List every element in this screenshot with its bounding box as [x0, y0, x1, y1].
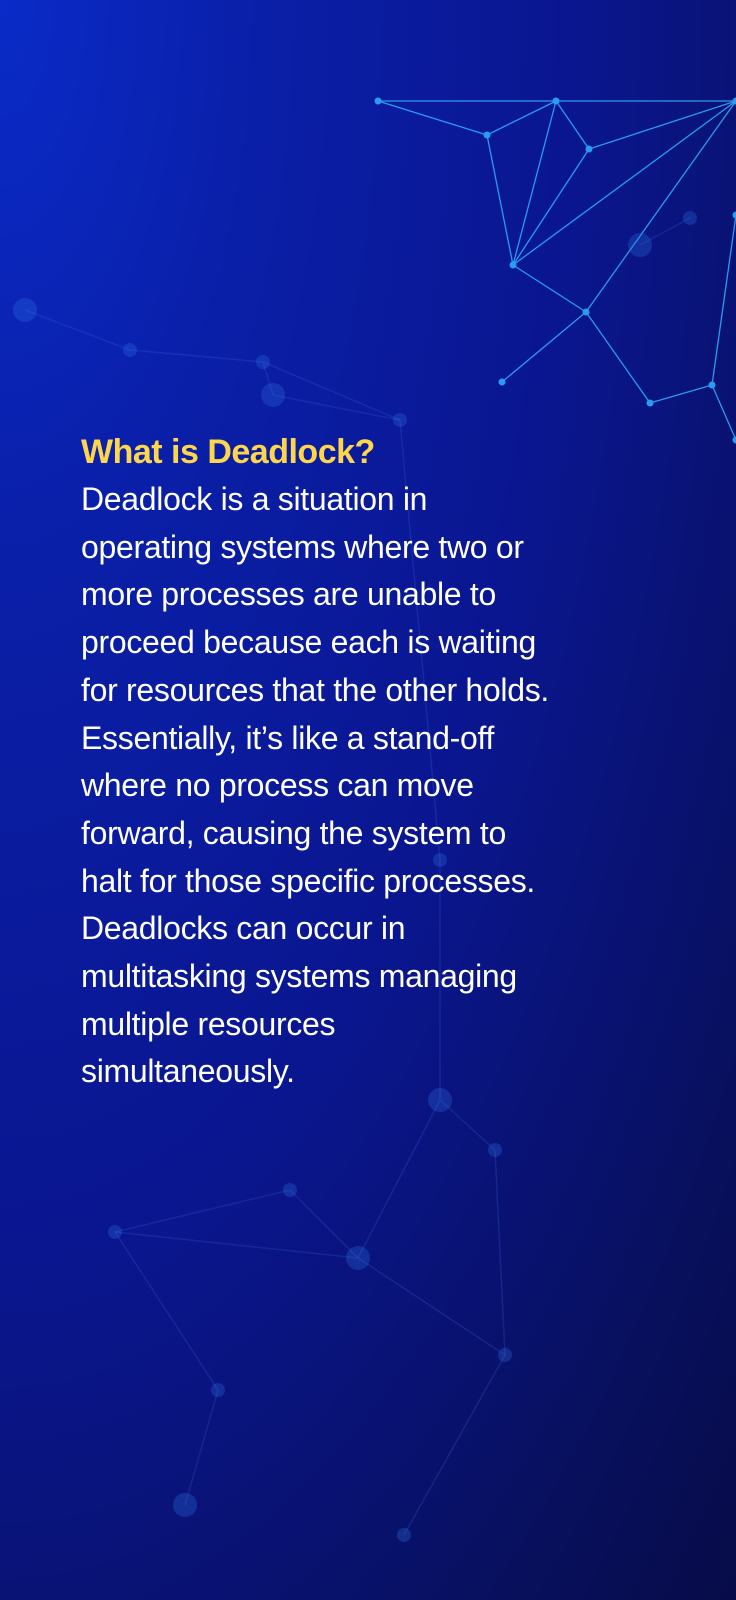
body-line: Deadlock is a situation in [81, 481, 428, 517]
network-edge-faint [184, 1389, 219, 1506]
body-line: Essentially, it’s like a stand-off [81, 719, 495, 756]
network-node [552, 97, 560, 105]
network-edge [512, 264, 587, 313]
network-edge [486, 100, 557, 136]
network-node [732, 211, 736, 219]
network-edge-faint [357, 1257, 506, 1356]
network-edge-faint [289, 1189, 359, 1259]
network-edge-faint [114, 1231, 359, 1259]
network-edge [512, 100, 557, 266]
network-edge [512, 100, 736, 266]
body-line: for resources that the other holds. [81, 671, 549, 708]
network-node [582, 308, 590, 316]
network-node-faint [628, 233, 652, 257]
network-edge [585, 100, 736, 313]
network-node-faint [211, 1383, 225, 1397]
network-node-faint [498, 1348, 512, 1362]
network-edge-faint [129, 349, 264, 363]
body-line: forward, causing the system to [81, 814, 506, 851]
body-line: multitasking systems managing [81, 958, 517, 995]
body-text: Deadlock is a situation in operating syst… [81, 476, 721, 1096]
network-node-faint [13, 298, 37, 322]
network-node [585, 145, 593, 153]
network-node-faint [256, 355, 270, 369]
network-node [732, 436, 736, 444]
network-node-faint [346, 1246, 370, 1270]
body-line: Deadlocks can occur in [81, 910, 406, 947]
network-edge-faint [24, 309, 131, 351]
body-line: where no process can move [81, 767, 474, 804]
network-edge-faint [114, 1231, 219, 1391]
body-line: operating systems where two or [81, 528, 524, 565]
body-line: more processes are unable to [81, 576, 496, 613]
network-edge [501, 311, 587, 383]
network-node-faint [683, 211, 697, 225]
network-node [374, 97, 382, 105]
network-edge [486, 134, 514, 266]
network-node-faint [173, 1493, 197, 1517]
heading: What is Deadlock? [81, 433, 375, 471]
network-node-faint [261, 383, 285, 407]
network-node-faint [283, 1183, 297, 1197]
text-card: What is Deadlock? Deadlock is a situatio… [81, 430, 721, 1096]
network-node [498, 378, 506, 386]
network-edge [377, 100, 488, 136]
network-node [509, 261, 517, 269]
network-edge-faint [272, 394, 401, 421]
body-line: proceed because each is waiting [81, 624, 536, 661]
network-node [646, 399, 654, 407]
network-node-faint [108, 1225, 122, 1239]
body-line: simultaneously. [81, 1053, 295, 1090]
network-node [483, 131, 491, 139]
network-edge [555, 100, 590, 150]
network-edge [585, 311, 651, 404]
network-edge-faint [494, 1149, 506, 1356]
network-edge [649, 384, 713, 404]
network-node-faint [488, 1143, 502, 1157]
body-line: halt for those specific processes. [81, 862, 536, 899]
network-node-faint [393, 413, 407, 427]
network-edge-faint [114, 1189, 291, 1233]
network-node [708, 381, 716, 389]
network-edge [711, 214, 736, 386]
network-edge-faint [357, 1099, 441, 1259]
network-node-faint [397, 1528, 411, 1542]
network-edge-faint [403, 1354, 506, 1536]
network-edge [588, 100, 736, 150]
body-line: multiple resources [81, 1005, 336, 1042]
network-node-faint [123, 343, 137, 357]
network-edge [512, 148, 590, 266]
